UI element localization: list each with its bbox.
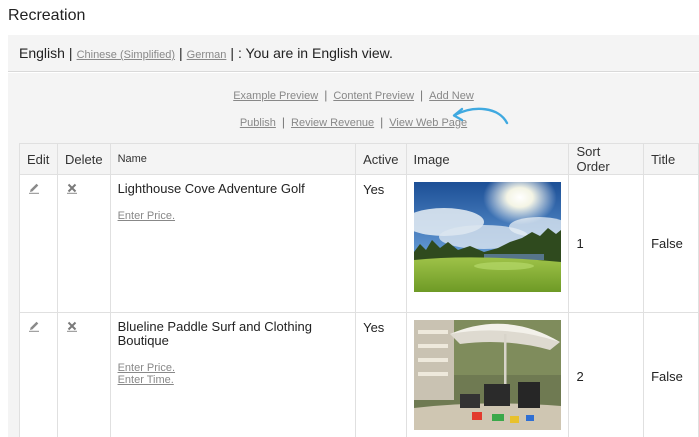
item-name: Lighthouse Cove Adventure Golf — [117, 181, 305, 196]
example-preview-link[interactable]: Example Preview — [233, 90, 318, 102]
separator: | — [281, 115, 286, 129]
separator: | — [324, 88, 328, 102]
delete-x-icon[interactable] — [66, 182, 78, 194]
records-table: Edit Delete Name Active Image Sort Order… — [19, 143, 699, 437]
image-cell — [405, 312, 570, 437]
language-bar: English | Chinese (Simplified) | German |: Yo… — [8, 35, 699, 72]
active-cell: Yes — [355, 174, 407, 313]
delete-cell — [56, 312, 111, 437]
name-cell: Lighthouse Cove Adventure Golf Enter Pri… — [109, 174, 357, 313]
image-cell — [405, 174, 570, 313]
enter-time-link[interactable]: Enter Time. — [118, 374, 349, 386]
header-active: Active — [355, 143, 407, 175]
active-value: Yes — [363, 320, 385, 335]
toolbar-row-1: Example Preview | Content Preview | Add New — [8, 88, 699, 102]
item-name: Blueline Paddle Surf and Clothing Boutiq… — [117, 319, 312, 348]
toolbar-row-2: Publish | Review Revenue | View Web Page — [8, 115, 699, 129]
delete-cell — [56, 174, 111, 313]
header-delete: Delete — [56, 143, 111, 175]
beach-patio-umbrella-photo — [413, 320, 561, 430]
separator: | — [179, 45, 183, 61]
title-cell: False — [643, 312, 699, 437]
edit-cell — [19, 174, 58, 313]
sort-order-cell: 1 — [568, 174, 645, 313]
header-edit: Edit — [19, 143, 58, 175]
table-row: Blueline Paddle Surf and Clothing Boutiq… — [19, 312, 699, 437]
table-row: Lighthouse Cove Adventure Golf Enter Pri… — [19, 174, 699, 313]
curved-arrow-icon — [452, 107, 509, 125]
publish-link[interactable]: Publish — [240, 117, 276, 129]
content-preview-link[interactable]: Content Preview — [333, 90, 414, 102]
separator: | — [230, 45, 235, 61]
header-name: Name — [109, 143, 357, 175]
language-link-german[interactable]: German — [187, 49, 227, 61]
review-revenue-link[interactable]: Review Revenue — [291, 117, 374, 129]
golf-course-photo — [413, 182, 561, 292]
pencil-icon[interactable] — [28, 320, 40, 332]
title-cell: False — [643, 174, 699, 313]
edit-cell — [19, 312, 58, 437]
page-title: Recreation — [8, 7, 86, 24]
header-image: Image — [405, 143, 570, 175]
enter-price-link[interactable]: Enter Price. — [118, 362, 349, 374]
current-language: English — [19, 45, 65, 61]
enter-price-link[interactable]: Enter Price. — [118, 210, 349, 222]
language-link-chinese[interactable]: Chinese (Simplified) — [77, 49, 175, 61]
active-value: Yes — [363, 182, 385, 197]
active-cell: Yes — [355, 312, 407, 437]
separator: | — [420, 88, 424, 102]
table-header-row: Edit Delete Name Active Image Sort Order… — [19, 143, 699, 175]
add-new-link[interactable]: Add New — [429, 90, 474, 102]
pencil-icon[interactable] — [28, 182, 40, 194]
delete-x-icon[interactable] — [66, 320, 78, 332]
separator: | — [380, 115, 384, 129]
separator: | — [68, 45, 73, 61]
sort-order-cell: 2 — [568, 312, 645, 437]
header-title: Title — [643, 143, 699, 175]
header-sort-order: Sort Order — [568, 143, 645, 175]
name-cell: Blueline Paddle Surf and Clothing Boutiq… — [109, 312, 357, 437]
language-status: : You are in English view. — [238, 45, 393, 61]
